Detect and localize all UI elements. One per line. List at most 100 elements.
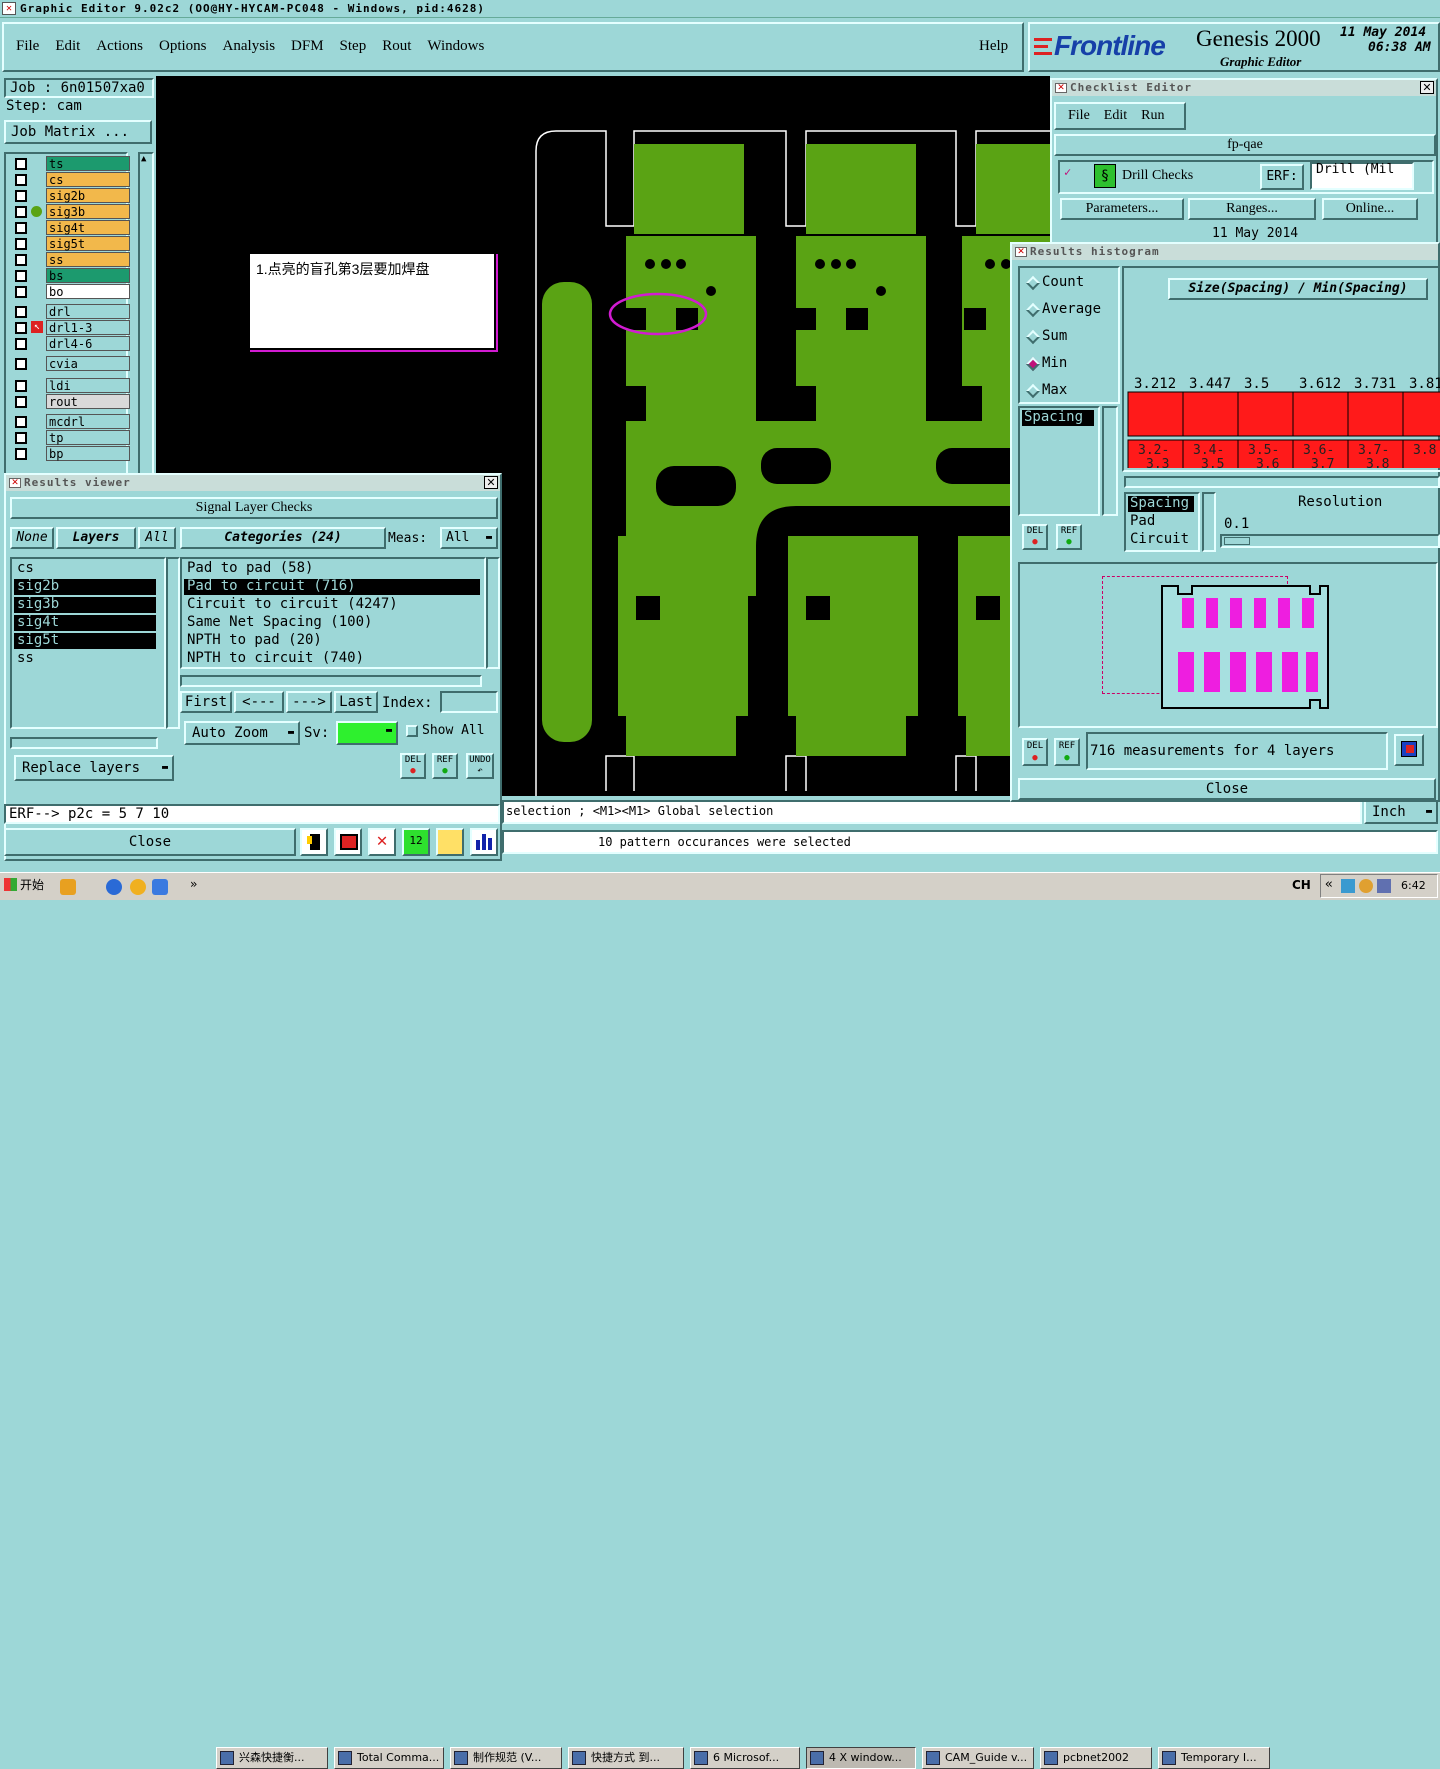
job-matrix-button[interactable]: Job Matrix ... [4,120,152,144]
tray-icon-3[interactable] [1377,879,1391,893]
spacing-item[interactable]: Spacing [1128,496,1194,512]
taskbar-item[interactable]: 快捷方式 到... [568,1747,684,1769]
layer-checkbox[interactable] [15,338,27,350]
layer-scrollbar[interactable]: ▲ [138,152,154,476]
tray-expand-icon[interactable]: « [1325,877,1333,892]
taskbar-item[interactable]: Temporary I... [1158,1747,1270,1769]
checklist-menu-edit[interactable]: Edit [1104,108,1127,123]
layer-row[interactable]: bp [12,446,130,461]
more-icon[interactable]: » [190,877,197,891]
menu-rout[interactable]: Rout [382,38,411,54]
toolbar-icon-1[interactable] [300,828,328,856]
layer-checkbox[interactable] [15,358,27,370]
spacing-list-bottom[interactable]: Spacing Pad Circuit [1124,492,1200,552]
layer-checkbox[interactable] [15,396,27,408]
category-item[interactable]: Same Net Spacing (100) [184,615,480,631]
layer-row[interactable]: bs [12,268,130,283]
taskbar-item[interactable]: Total Comma... [334,1747,444,1769]
checklist-menu-run[interactable]: Run [1141,108,1164,123]
histogram-bar[interactable] [1347,391,1404,437]
hist-export-button[interactable] [1394,734,1424,766]
radio-sum[interactable] [1025,329,1041,345]
taskbar-item[interactable]: 兴森快捷衡... [216,1747,328,1769]
menu-step[interactable]: Step [340,38,367,54]
menu-file[interactable]: File [16,38,39,54]
category-item[interactable]: Circuit to circuit (4247) [184,597,480,613]
results-layer-item[interactable]: sig3b [14,597,156,613]
histogram-bar[interactable] [1127,391,1184,437]
taskbar-item[interactable]: CAM_Guide v... [922,1747,1034,1769]
hist-del-button[interactable]: DEL ● [1022,524,1048,550]
menu-windows[interactable]: Windows [427,38,484,54]
sv-color-select[interactable]: ▬ [336,721,398,745]
window-menu-icon[interactable]: ✕ [1015,247,1027,257]
layer-row[interactable]: ldi [12,378,130,393]
quicklaunch-icon-4[interactable] [152,879,168,895]
results-layer-scrollbar[interactable] [166,557,180,729]
start-button[interactable]: 开始 [2,875,50,897]
first-button[interactable]: First [180,691,232,713]
category-item[interactable]: Pad to circuit (716) [184,579,480,595]
radio-min[interactable] [1025,356,1041,372]
toolbar-icon-3[interactable]: ✕ [368,828,396,856]
quicklaunch-icon-1[interactable] [60,879,76,895]
hist-ref-button-2[interactable]: REF ● [1054,738,1080,766]
spacing-item[interactable]: Spacing [1022,410,1094,426]
taskbar-item[interactable]: 4 X window... [806,1747,916,1769]
histogram-bar[interactable] [1182,391,1239,437]
resolution-slider[interactable] [1220,534,1440,548]
erf-value[interactable]: Drill (Mil [1310,162,1414,190]
layer-checkbox[interactable] [15,190,27,202]
spacing-list-scrollbar[interactable] [1102,406,1118,516]
hist-ref-button[interactable]: REF ● [1056,524,1082,550]
window-menu-icon[interactable]: ✕ [9,478,21,488]
hist-del-button-2[interactable]: DEL ● [1022,738,1048,766]
layer-row[interactable]: sig4t [12,220,130,235]
layer-checkbox[interactable] [15,306,27,318]
replace-layers-select[interactable]: Replace layers ▬ [14,755,174,781]
results-layer-list[interactable]: cs sig2b sig3b sig4t sig5t ss [10,557,166,729]
meas-select[interactable]: All ▬ [440,527,498,549]
checklist-row[interactable]: ✓ § Drill Checks ERF: Drill (Mil [1058,160,1434,194]
results-layer-item[interactable]: sig5t [14,633,156,649]
ref-button[interactable]: REF ● [432,753,458,779]
parameters-button[interactable]: Parameters... [1060,198,1184,220]
layer-row[interactable]: bo [12,284,130,299]
histogram-bar[interactable] [1402,391,1440,437]
menu-edit[interactable]: Edit [55,38,80,54]
layer-checkbox[interactable] [15,416,27,428]
category-item[interactable]: NPTH to circuit (740) [184,651,480,667]
results-layer-item[interactable]: cs [14,561,156,577]
layer-checkbox[interactable] [15,322,27,334]
radio-count[interactable] [1025,275,1041,291]
results-layer-item[interactable]: sig2b [14,579,156,595]
layer-checkbox[interactable] [15,174,27,186]
layer-row[interactable]: ss [12,252,130,267]
categories-hscroll[interactable] [180,675,482,687]
taskbar-item[interactable]: 6 Microsof... [690,1747,800,1769]
ranges-button[interactable]: Ranges... [1188,198,1316,220]
spacing-item[interactable]: Circuit [1128,532,1194,548]
results-layer-hscroll[interactable] [10,737,158,749]
toolbar-icon-6[interactable] [470,828,498,856]
layer-row[interactable]: sig2b [12,188,130,203]
layer-row[interactable]: tp [12,430,130,445]
close-icon[interactable]: ✕ [484,476,498,489]
layer-row[interactable]: drl [12,304,130,319]
quicklaunch-icon-2[interactable] [106,879,122,895]
layer-row[interactable]: drl4-6 [12,336,130,351]
spacing-item[interactable]: Pad [1128,514,1194,530]
prev-button[interactable]: <--- [234,691,284,713]
results-layer-item[interactable]: ss [14,651,156,667]
layer-row[interactable]: mcdrl [12,414,130,429]
check-enabled-icon[interactable]: ✓ [1064,166,1076,178]
spacing-list-top[interactable]: Spacing [1018,406,1100,516]
index-input[interactable] [440,691,498,713]
all-button[interactable]: All [138,527,176,549]
layer-checkbox[interactable] [15,206,27,218]
none-button[interactable]: None [10,527,54,549]
layer-checkbox[interactable] [15,380,27,392]
layer-row[interactable]: cvia [12,356,130,371]
taskbar-item[interactable]: 制作规范 (V... [450,1747,562,1769]
menu-dfm[interactable]: DFM [291,38,324,54]
